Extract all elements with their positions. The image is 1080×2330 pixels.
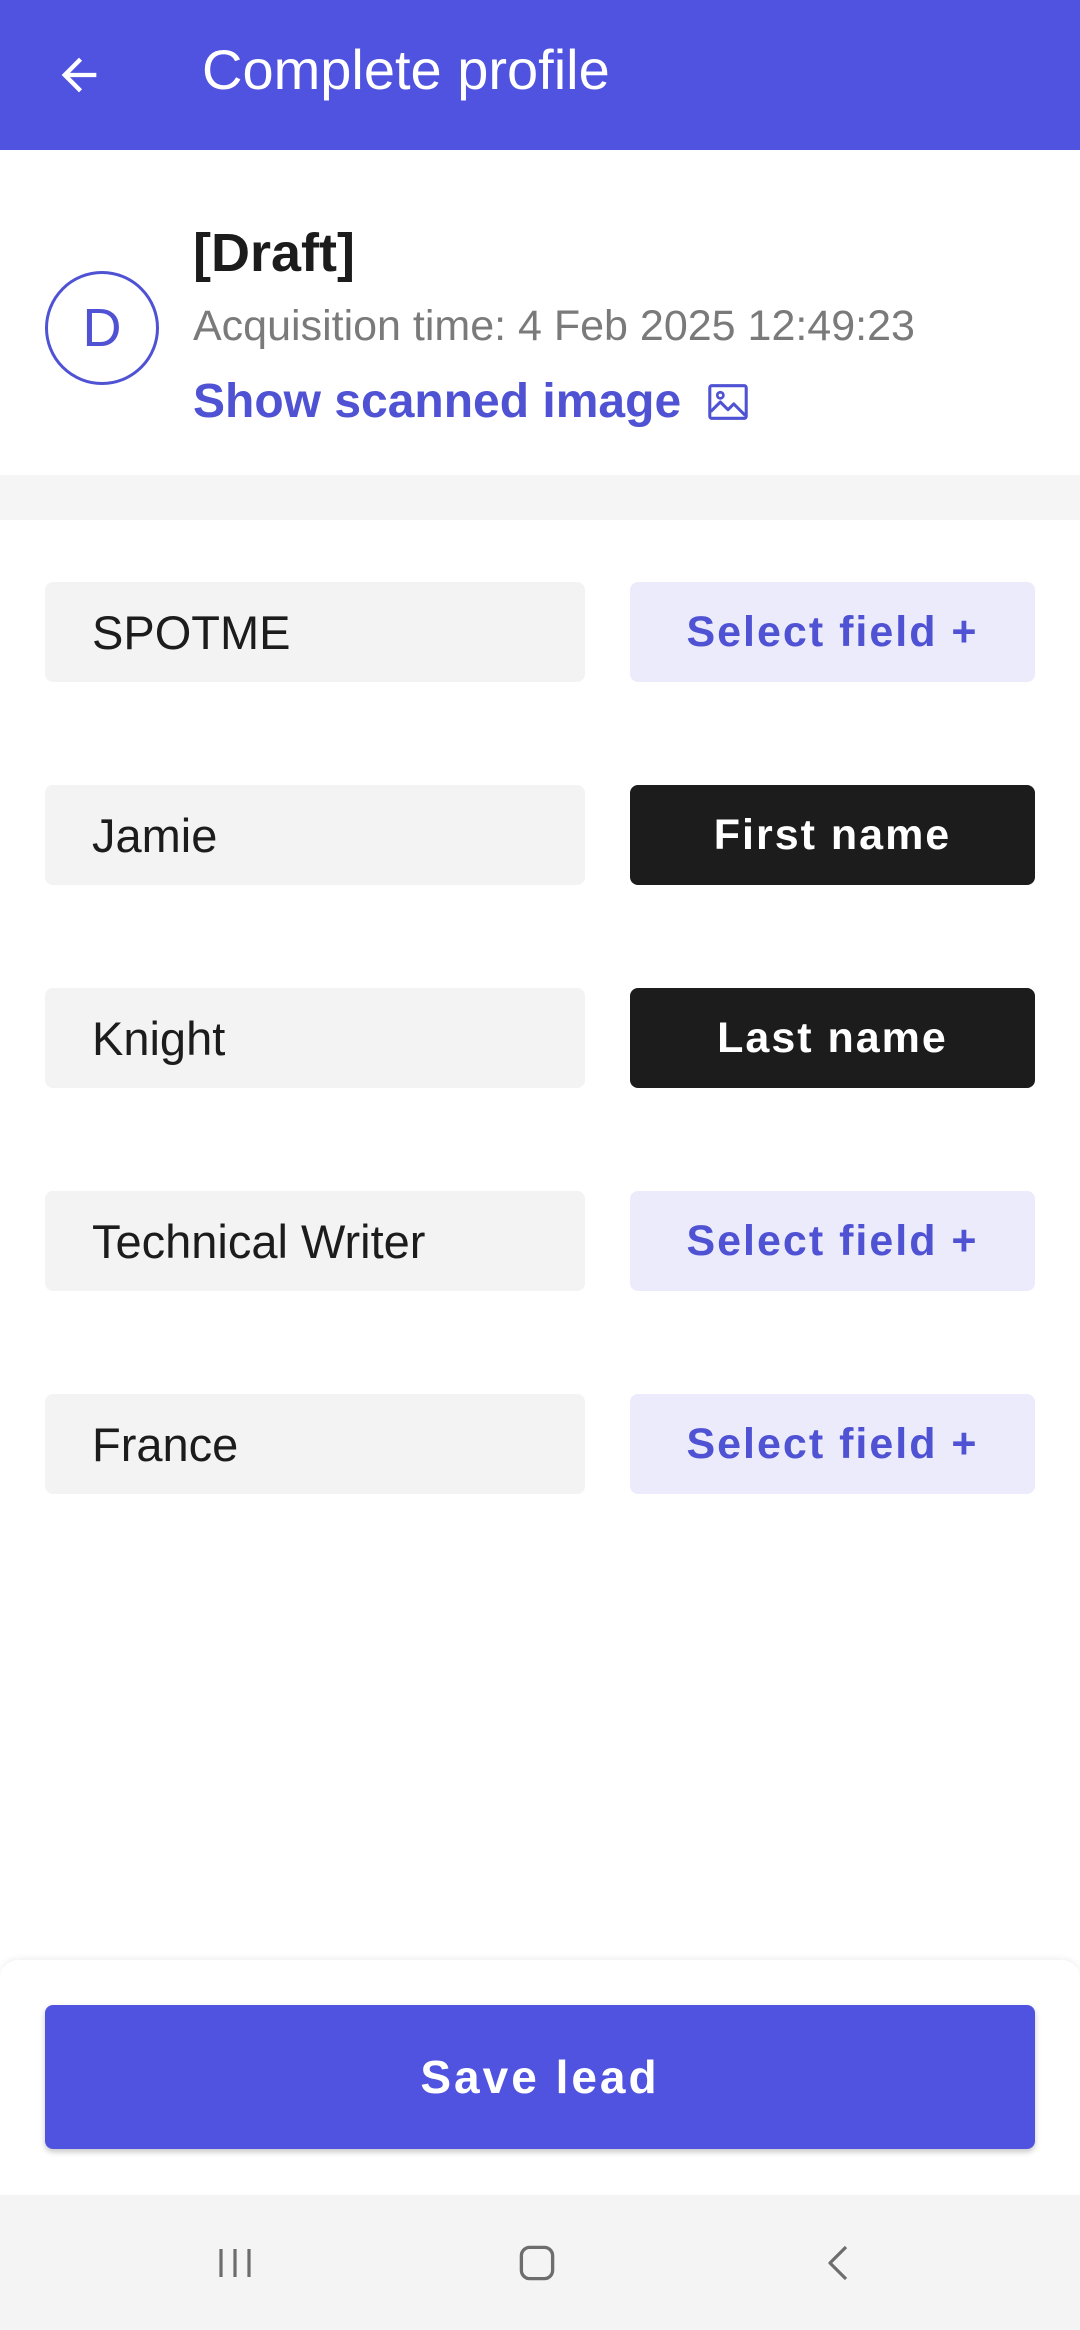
mapping-row: France Select field + [0, 1394, 1080, 1597]
save-lead-button[interactable]: Save lead [45, 2005, 1035, 2149]
home-icon [519, 2245, 555, 2281]
image-icon [708, 383, 748, 420]
mapping-row: Technical Writer Select field + [0, 1191, 1080, 1394]
scanned-value[interactable]: Technical Writer [45, 1191, 585, 1291]
page-title: Complete profile [202, 38, 610, 101]
select-field-button[interactable]: Select field + [630, 1191, 1035, 1291]
acquisition-time: Acquisition time: 4 Feb 2025 12:49:23 [193, 302, 915, 350]
profile-title: [Draft] [193, 223, 355, 283]
avatar-letter: D [82, 298, 122, 358]
mapping-row: SPOTME Select field + [0, 582, 1080, 785]
scanned-value[interactable]: Knight [45, 988, 585, 1088]
app-bar: Complete profile [0, 0, 1080, 150]
profile-header: D [Draft] Acquisition time: 4 Feb 2025 1… [0, 150, 1080, 475]
system-back-button[interactable] [800, 2227, 880, 2299]
scanned-value[interactable]: Jamie [45, 785, 585, 885]
mapping-row: Knight Last name [0, 988, 1080, 1191]
field-mapping-list: SPOTME Select field + Jamie First name K… [0, 582, 1080, 1597]
select-field-button[interactable]: Select field + [630, 1394, 1035, 1494]
scanned-value[interactable]: France [45, 1394, 585, 1494]
system-nav-bar [0, 2195, 1080, 2330]
show-scanned-image-link[interactable]: Show scanned image [193, 374, 751, 429]
first-name-field-button[interactable]: First name [630, 785, 1035, 885]
scanned-value[interactable]: SPOTME [45, 582, 585, 682]
recents-icon [219, 2249, 251, 2277]
recents-button[interactable] [195, 2227, 275, 2299]
last-name-field-button[interactable]: Last name [630, 988, 1035, 1088]
bottom-action-panel: Save lead [0, 1960, 1080, 2195]
arrow-left-icon [61, 57, 97, 93]
show-scanned-image-label: Show scanned image [193, 375, 682, 428]
avatar: D [45, 271, 159, 385]
section-divider [0, 475, 1080, 520]
select-field-button[interactable]: Select field + [630, 582, 1035, 682]
back-button[interactable] [38, 34, 120, 116]
mapping-row: Jamie First name [0, 785, 1080, 988]
home-button[interactable] [497, 2227, 577, 2299]
back-chevron-icon [828, 2245, 848, 2281]
